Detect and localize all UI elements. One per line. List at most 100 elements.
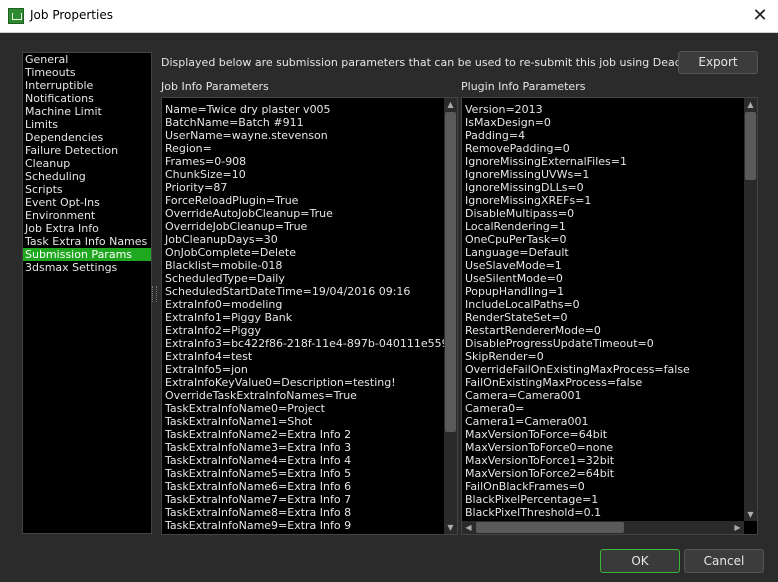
- param-line: ScheduledType=Daily: [165, 272, 285, 285]
- param-line: ChunkSize=10: [165, 168, 246, 181]
- sidebar-item-submission-params[interactable]: Submission Params: [23, 248, 151, 261]
- param-line: OverrideFailOnExistingMaxProcess=false: [465, 363, 690, 376]
- app-icon: [8, 8, 24, 24]
- param-line: LocalRendering=1: [465, 220, 566, 233]
- param-line: ExtraInfo5=jon: [165, 363, 248, 376]
- param-line: PopupHandling=1: [465, 285, 565, 298]
- param-line: TaskExtraInfoName2=Extra Info 2: [165, 428, 352, 441]
- param-line: IgnoreMissingExternalFiles=1: [465, 155, 627, 168]
- param-line: ScheduledStartDateTime=19/04/2016 09:16: [165, 285, 411, 298]
- plugin-info-pane[interactable]: Version=2013 IsMaxDesign=0 Padding=4 Remove…: [461, 97, 758, 535]
- param-line: TaskExtraInfoName0=Project: [165, 402, 325, 415]
- sidebar-item-event-opt-ins[interactable]: Event Opt-Ins: [23, 196, 151, 209]
- param-line: RenderStateSet=0: [465, 311, 568, 324]
- sidebar-item-environment[interactable]: Environment: [23, 209, 151, 222]
- window-title: Job Properties: [30, 8, 113, 22]
- scroll-up-icon[interactable]: ▲: [444, 98, 457, 111]
- plugin-info-vscrollbar[interactable]: ▲ ▼: [744, 98, 757, 521]
- sidebar-item-notifications[interactable]: Notifications: [23, 92, 151, 105]
- sidebar-item-dependencies[interactable]: Dependencies: [23, 131, 151, 144]
- sidebar-item-machine-limit[interactable]: Machine Limit: [23, 105, 151, 118]
- param-line: DisableProgressUpdateTimeout=0: [465, 337, 654, 350]
- sidebar-item-limits[interactable]: Limits: [23, 118, 151, 131]
- param-line: IsMaxDesign=0: [465, 116, 551, 129]
- sidebar-item-timeouts[interactable]: Timeouts: [23, 66, 151, 79]
- param-line: Camera0=: [465, 402, 525, 415]
- plugin-info-hscrollbar[interactable]: ◀ ▶: [462, 521, 744, 534]
- param-line: BatchName=Batch #911: [165, 116, 304, 129]
- scroll-left-icon[interactable]: ◀: [462, 521, 475, 534]
- sidebar-item-task-extra-info-names[interactable]: Task Extra Info Names: [23, 235, 151, 248]
- scroll-thumb[interactable]: [445, 112, 456, 432]
- param-line: IgnoreMissingXREFs=1: [465, 194, 592, 207]
- param-line: ExtraInfo4=test: [165, 350, 253, 363]
- param-line: ExtraInfo0=modeling: [165, 298, 283, 311]
- sidebar-item-3dsmax-settings[interactable]: 3dsmax Settings: [23, 261, 151, 274]
- job-info-text[interactable]: Name=Twice dry plaster v005 BatchName=Bat…: [165, 103, 457, 532]
- param-line: Language=Default: [465, 246, 569, 259]
- sidebar-item-failure-detection[interactable]: Failure Detection: [23, 144, 151, 157]
- param-line: MaxVersionToForce=64bit: [465, 428, 608, 441]
- param-line: ExtraInfo2=Piggy: [165, 324, 261, 337]
- param-line: ExtraInfoKeyValue0=Description=testing!: [165, 376, 396, 389]
- param-line: DisableMultipass=0: [465, 207, 575, 220]
- sidebar-item-cleanup[interactable]: Cleanup: [23, 157, 151, 170]
- job-info-vscrollbar[interactable]: ▲ ▼: [444, 98, 457, 534]
- param-line: IncludeLocalPaths=0: [465, 298, 580, 311]
- title-bar: Job Properties ✕: [0, 0, 778, 33]
- sidebar-item-interruptible[interactable]: Interruptible: [23, 79, 151, 92]
- param-line: Padding=4: [465, 129, 526, 142]
- param-line: Version=2013: [465, 103, 543, 116]
- param-line: FailOnExistingMaxProcess=false: [465, 376, 643, 389]
- param-line: SkipRender=0: [465, 350, 544, 363]
- param-line: BlackPixelPercentage=1: [465, 493, 599, 506]
- param-line: Camera1=Camera001: [465, 415, 589, 428]
- param-line: OneCpuPerTask=0: [465, 233, 567, 246]
- param-line: FailOnBlackFrames=0: [465, 480, 585, 493]
- splitter-handle[interactable]: [152, 286, 157, 302]
- cancel-button[interactable]: Cancel: [684, 549, 764, 573]
- scroll-up-icon[interactable]: ▲: [744, 98, 757, 111]
- param-line: MaxVersionToForce1=32bit: [465, 454, 615, 467]
- scroll-thumb[interactable]: [745, 112, 756, 180]
- close-icon[interactable]: ✕: [748, 4, 772, 28]
- param-line: TaskExtraInfoName7=Extra Info 7: [165, 493, 352, 506]
- scroll-thumb[interactable]: [476, 522, 624, 533]
- param-line: Blacklist=mobile-018: [165, 259, 283, 272]
- param-line: UseSlaveMode=1: [465, 259, 562, 272]
- ok-button[interactable]: OK: [600, 549, 680, 573]
- param-line: OnJobComplete=Delete: [165, 246, 296, 259]
- param-line: TaskExtraInfoName8=Extra Info 8: [165, 506, 352, 519]
- scroll-down-icon[interactable]: ▼: [444, 521, 457, 534]
- description-text: Displayed below are submission parameter…: [161, 56, 759, 69]
- param-line: IgnoreMissingDLLs=0: [465, 181, 584, 194]
- param-line: Region=: [165, 142, 212, 155]
- plugin-info-text[interactable]: Version=2013 IsMaxDesign=0 Padding=4 Remove…: [465, 103, 690, 519]
- param-line: MaxVersionToForce2=64bit: [465, 467, 615, 480]
- sidebar: General Timeouts Interruptible Notification…: [22, 52, 152, 534]
- job-info-pane[interactable]: Name=Twice dry plaster v005 BatchName=Bat…: [161, 97, 458, 535]
- param-line: TaskExtraInfoName6=Extra Info 6: [165, 480, 352, 493]
- param-line: OverrideTaskExtraInfoNames=True: [165, 389, 357, 402]
- param-line: OverrideAutoJobCleanup=True: [165, 207, 333, 220]
- scroll-right-icon[interactable]: ▶: [731, 521, 744, 534]
- param-line: RemovePadding=0: [465, 142, 570, 155]
- param-line: Priority=87: [165, 181, 228, 194]
- param-line: TaskExtraInfoName5=Extra Info 5: [165, 467, 352, 480]
- scroll-down-icon[interactable]: ▼: [744, 508, 757, 521]
- sidebar-item-scripts[interactable]: Scripts: [23, 183, 151, 196]
- param-line: ExtraInfo1=Piggy Bank: [165, 311, 293, 324]
- param-line: Name=Twice dry plaster v005: [165, 103, 331, 116]
- plugin-info-label: Plugin Info Parameters: [461, 80, 586, 93]
- param-line: UserName=wayne.stevenson: [165, 129, 328, 142]
- param-line: RestartRendererMode=0: [465, 324, 601, 337]
- param-line: IgnoreMissingUVWs=1: [465, 168, 590, 181]
- param-line: BlackPixelThreshold=0.1: [465, 506, 602, 519]
- param-line: Camera=Camera001: [465, 389, 582, 402]
- export-button[interactable]: Export: [678, 51, 758, 74]
- sidebar-item-job-extra-info[interactable]: Job Extra Info: [23, 222, 151, 235]
- param-line: TaskExtraInfoName9=Extra Info 9: [165, 519, 352, 532]
- sidebar-item-general[interactable]: General: [23, 53, 151, 66]
- param-line: JobCleanupDays=30: [165, 233, 278, 246]
- sidebar-item-scheduling[interactable]: Scheduling: [23, 170, 151, 183]
